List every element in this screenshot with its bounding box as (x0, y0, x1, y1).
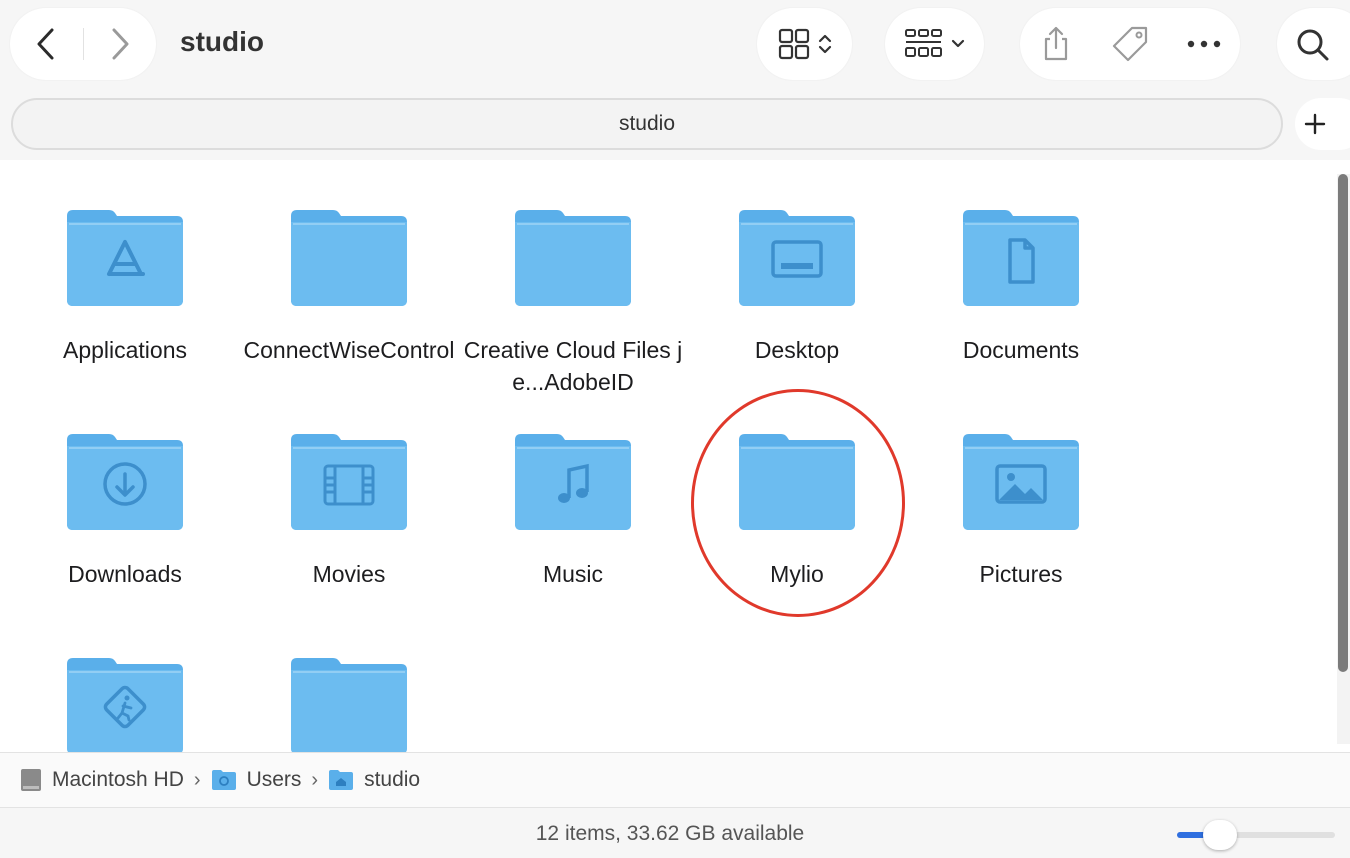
search-icon (1297, 29, 1329, 61)
search-button[interactable] (1277, 8, 1350, 80)
forward-button[interactable] (84, 8, 156, 80)
home-folder-icon (328, 769, 354, 791)
file-name: Music (542, 561, 604, 587)
slider-knob[interactable] (1203, 820, 1237, 850)
share-button[interactable] (1020, 8, 1092, 80)
file-browser: Applications ConnectWiseControl Creative C… (0, 160, 1350, 752)
icon-size-slider[interactable] (1177, 820, 1335, 850)
more-button[interactable] (1168, 8, 1240, 80)
scroll-thumb[interactable] (1338, 174, 1348, 672)
window-title: studio (180, 26, 264, 57)
chevron-left-icon (37, 28, 54, 60)
file-name: Pictures (979, 561, 1063, 587)
path-separator-icon: › (193, 768, 201, 791)
folder-icon (963, 434, 1079, 530)
folder-icon (67, 434, 183, 530)
plus-icon (1304, 113, 1326, 135)
icon-grid-icon (778, 28, 809, 60)
file-name: Documents (962, 337, 1080, 363)
path-item-label: Users (246, 768, 302, 791)
file-name: Movies (312, 561, 386, 587)
view-mode-button[interactable] (757, 8, 852, 80)
file-item[interactable]: Music (461, 432, 685, 632)
chevron-down-icon (951, 39, 964, 48)
file-name: ConnectWiseControl (243, 337, 455, 363)
path-item-label: Macintosh HD (52, 768, 184, 791)
folder-icon (515, 210, 631, 306)
path-bar: Macintosh HD › Users › studio (0, 752, 1350, 808)
folder-icon (67, 210, 183, 306)
file-name: Downloads (68, 561, 182, 587)
folder-icon (291, 210, 407, 306)
folder-icon (739, 210, 855, 306)
file-item[interactable]: Movies (237, 432, 461, 632)
folder-icon (291, 434, 407, 530)
file-item[interactable]: Pictures (909, 432, 1133, 632)
group-by-button[interactable] (885, 8, 984, 80)
path-item-studio[interactable]: studio (328, 768, 420, 792)
file-item[interactable]: ConnectWiseControl (237, 208, 461, 408)
ellipsis-icon (1187, 40, 1221, 48)
file-item[interactable]: Desktop (685, 208, 909, 408)
folder-icon (291, 658, 407, 752)
folder-icon (515, 434, 631, 530)
file-item[interactable] (237, 656, 461, 752)
path-item-macintosh-hd[interactable]: Macintosh HD (20, 768, 184, 792)
tab-studio[interactable]: studio (11, 98, 1283, 150)
tag-button[interactable] (1094, 8, 1166, 80)
tag-icon (1112, 26, 1148, 62)
file-item[interactable] (13, 656, 237, 752)
up-down-chevron-icon (818, 34, 831, 54)
group-grid-icon (904, 29, 942, 57)
vertical-scrollbar[interactable] (1337, 174, 1350, 744)
file-item[interactable]: Creative Cloud Files je...AdobeID (461, 208, 685, 408)
users-folder-icon (211, 769, 237, 791)
actions-group (1020, 8, 1240, 80)
file-item[interactable]: Downloads (13, 432, 237, 632)
file-item[interactable]: Documents (909, 208, 1133, 408)
file-name: Desktop (754, 337, 840, 363)
back-button[interactable] (10, 8, 82, 80)
hard-drive-icon (20, 768, 42, 792)
path-separator-icon: › (311, 768, 319, 791)
chevron-right-icon (112, 28, 129, 60)
folder-icon (963, 210, 1079, 306)
tab-bar: studio (0, 96, 1350, 160)
new-tab-button[interactable] (1295, 98, 1350, 150)
folder-icon (67, 658, 183, 752)
toolbar: studio (0, 0, 1350, 96)
path-item-label: studio (364, 768, 421, 791)
file-name: Applications (62, 337, 188, 363)
status-bar: 12 items, 33.62 GB available (0, 808, 1350, 858)
path-item-users[interactable]: Users (211, 768, 302, 792)
file-item[interactable]: Applications (13, 208, 237, 408)
navigation-group (10, 8, 156, 80)
file-name: Creative Cloud Files je...AdobeID (463, 337, 683, 395)
highlight-circle (691, 389, 905, 617)
status-text: 12 items, 33.62 GB available (535, 822, 805, 845)
share-icon (1044, 26, 1068, 61)
